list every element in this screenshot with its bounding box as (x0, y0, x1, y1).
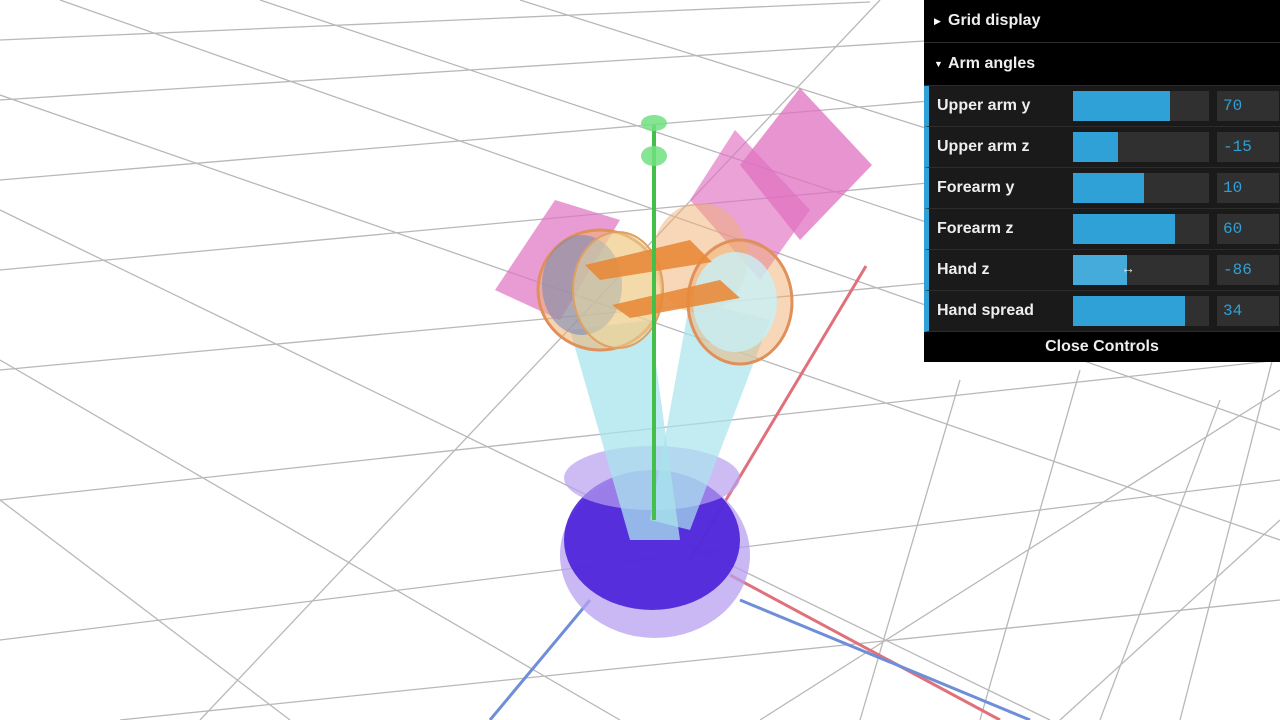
expanded-icon: ▼ (934, 59, 943, 69)
slider-fill (1073, 296, 1185, 326)
folder-title-label: Arm angles (948, 55, 1036, 72)
controller-label: Forearm y (937, 179, 1015, 196)
controller-label: Upper arm z (937, 138, 1030, 155)
y-axis-marker-top (641, 115, 667, 131)
controller-label: Hand z (937, 261, 990, 278)
upper-arm-y-slider[interactable] (1073, 91, 1209, 121)
slider-fill (1073, 132, 1118, 162)
slider-fill (1073, 255, 1128, 285)
hand-spread-input[interactable]: 34 (1217, 296, 1279, 326)
hand-spread-slider[interactable] (1073, 296, 1209, 326)
controller-upper-arm-y: Upper arm y 70 (924, 86, 1280, 127)
forearm-y-slider[interactable] (1073, 173, 1209, 203)
resize-cursor-icon: ↔ (1121, 260, 1135, 276)
upper-arm-z-slider[interactable] (1073, 132, 1209, 162)
hand-z-slider[interactable]: ↔ (1073, 255, 1209, 285)
y-axis-marker (641, 146, 667, 166)
x-axis-line-front (729, 573, 1001, 720)
z-axis-line (488, 599, 592, 720)
controller-upper-arm-z: Upper arm z -15 (924, 127, 1280, 168)
close-controls-button[interactable]: Close Controls (924, 332, 1280, 362)
hand-sphere (572, 231, 664, 349)
controller-label: Forearm z (937, 220, 1014, 237)
collapsed-icon: ▶ (934, 16, 941, 26)
folder-grid-display[interactable]: ▶ Grid display (924, 0, 1280, 43)
controller-label: Upper arm y (937, 97, 1031, 114)
folder-arm-angles[interactable]: ▼ Arm angles (924, 43, 1280, 86)
hand-z-input[interactable]: -86 (1217, 255, 1279, 285)
forearm-y-input[interactable]: 10 (1217, 173, 1279, 203)
slider-fill (1073, 91, 1170, 121)
upper-arm-y-input[interactable]: 70 (1217, 91, 1279, 121)
controller-forearm-z: Forearm z 60 (924, 209, 1280, 250)
slider-fill (1073, 214, 1175, 244)
slider-fill (1073, 173, 1144, 203)
upper-arm-z-input[interactable]: -15 (1217, 132, 1279, 162)
forearm-z-slider[interactable] (1073, 214, 1209, 244)
controller-forearm-y: Forearm y 10 (924, 168, 1280, 209)
controller-hand-spread: Hand spread 34 (924, 291, 1280, 332)
forearm-z-input[interactable]: 60 (1217, 214, 1279, 244)
z-axis-line-back (739, 598, 1031, 720)
control-panel: ▶ Grid display ▼ Arm angles Upper arm y … (924, 0, 1280, 362)
controller-hand-z: Hand z ↔ -86 (924, 250, 1280, 291)
folder-title-label: Grid display (948, 12, 1041, 29)
controller-label: Hand spread (937, 302, 1034, 319)
